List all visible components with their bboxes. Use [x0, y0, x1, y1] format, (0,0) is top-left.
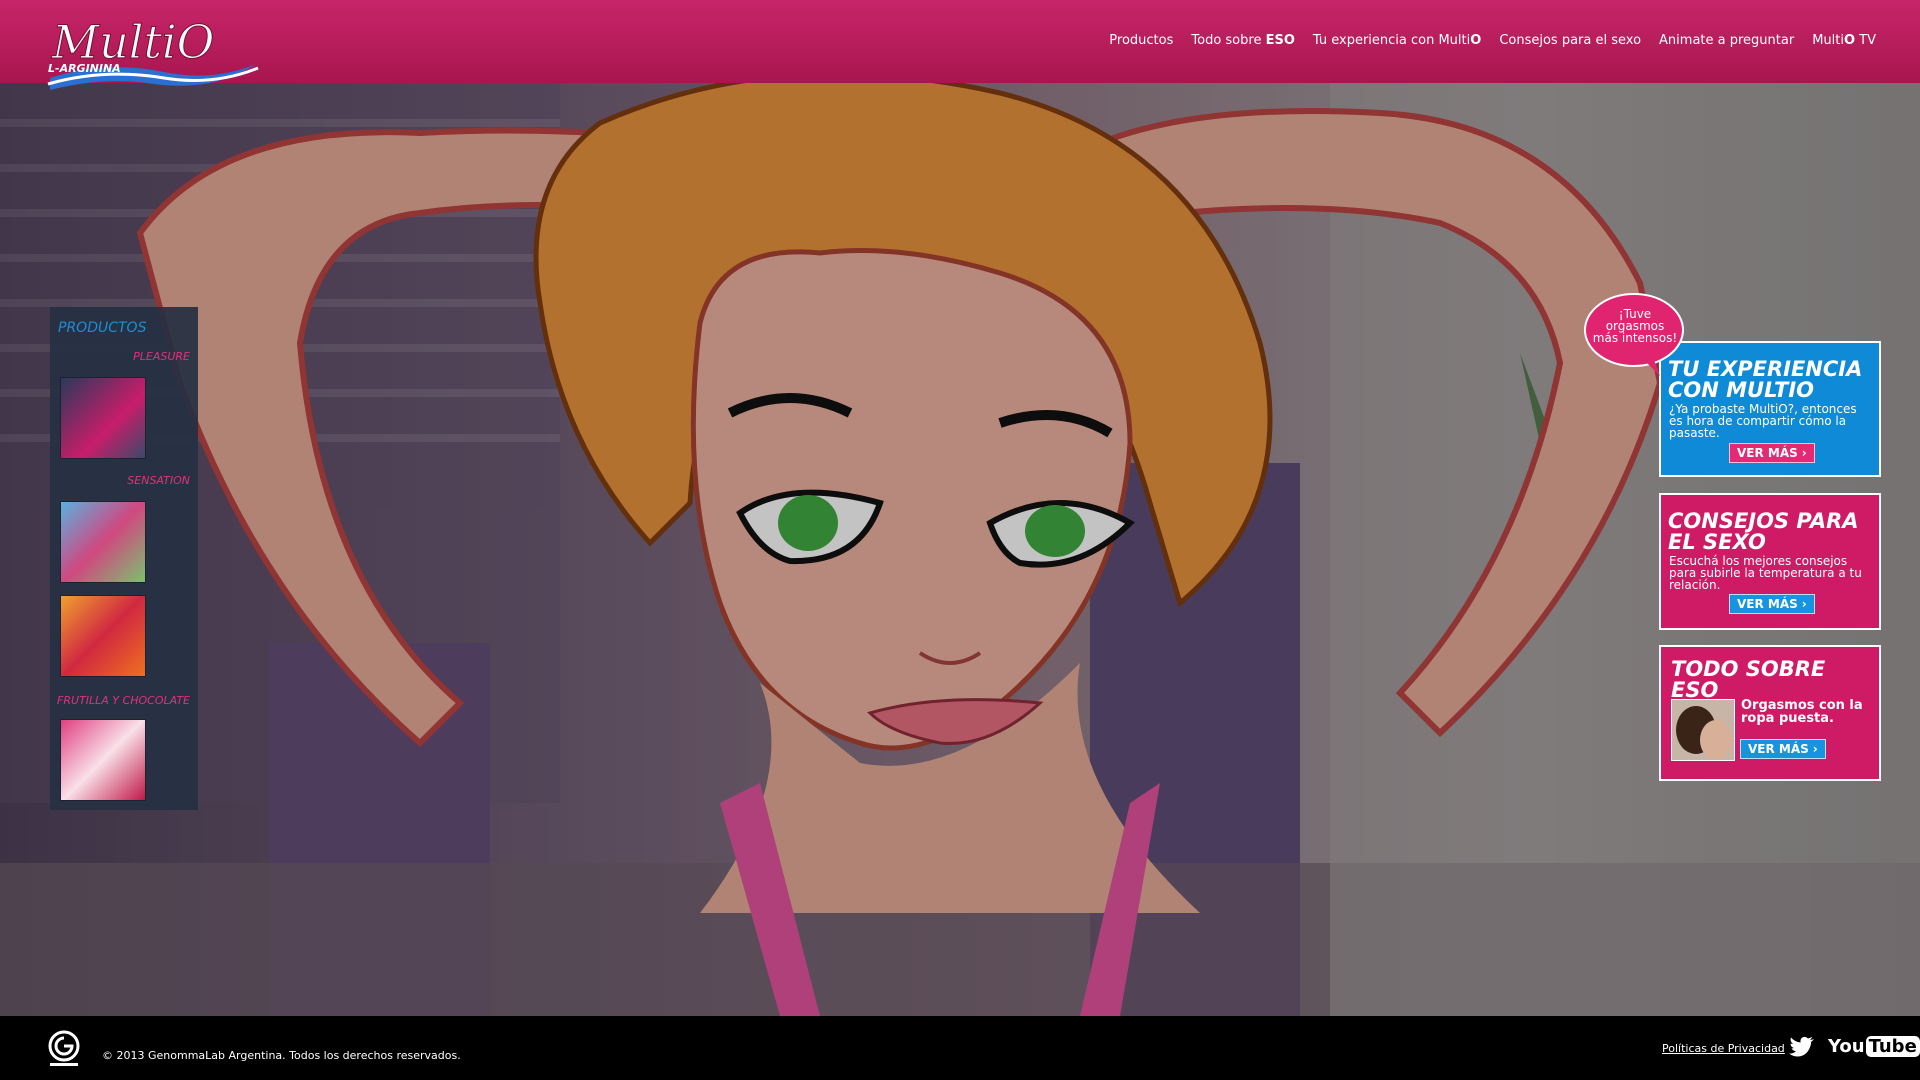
product-sensation-thumb[interactable]	[60, 501, 146, 583]
category-frutilla-chocolate[interactable]: FRUTILLA Y CHOCOLATE	[57, 694, 190, 707]
site-footer: © 2013 GenommaLab Argentina. Todos los d…	[0, 1016, 1920, 1080]
nav-productos[interactable]: Productos	[1109, 33, 1173, 48]
bubble-text: ¡Tuve orgasmos más intensos!	[1592, 307, 1678, 345]
genomma-lab-logo[interactable]	[44, 1029, 84, 1069]
promo-experience-title: TU EXPERIENCIA CON MULTIO	[1668, 357, 1863, 402]
site-header: MultiO L-ARGININA Productos Todo sobre E…	[0, 0, 1920, 90]
nav-consejos[interactable]: Consejos para el sexo	[1499, 33, 1641, 48]
multio-logo[interactable]: MultiO L-ARGININA	[44, 8, 264, 98]
promo-advice-button[interactable]: VER MÁS ›	[1729, 594, 1815, 614]
arrow-right-icon: ›	[1801, 597, 1807, 611]
promo-advice-title: CONSEJOS PARA EL SEXO	[1668, 509, 1859, 554]
twitter-icon[interactable]	[1789, 1036, 1815, 1058]
promo-advice-desc: Escuchá los mejores consejos para subirl…	[1669, 554, 1862, 592]
products-title: PRODUCTOS	[58, 320, 147, 336]
promo-experience-button[interactable]: VER MÁS ›	[1729, 443, 1815, 463]
logo-tagline: L-ARGININA	[48, 62, 121, 75]
hero-video-background[interactable]	[0, 83, 1920, 1016]
products-sidebar: PRODUCTOS PLEASURE SENSATION FRUTILLA Y …	[50, 307, 198, 810]
promo-advice[interactable]: CONSEJOS PARA EL SEXO Escuchá los mejore…	[1659, 493, 1881, 630]
nav-animate[interactable]: Animate a preguntar	[1659, 33, 1794, 48]
speech-bubble: ¡Tuve orgasmos más intensos!	[1584, 290, 1686, 376]
nav-tu-experiencia[interactable]: Tu experiencia con MultiO	[1313, 33, 1481, 48]
hero-illustration	[0, 83, 1920, 1016]
product-xoz-thumb[interactable]	[60, 595, 146, 677]
arrow-right-icon: ›	[1801, 446, 1807, 460]
main-nav: Productos Todo sobre ESO Tu experiencia …	[1109, 33, 1876, 48]
promo-experience[interactable]: TU EXPERIENCIA CON MULTIO ¿Ya probaste M…	[1659, 341, 1881, 477]
promo-about[interactable]: TODO SOBRE ESO Orgasmos con la ropa pues…	[1659, 645, 1881, 781]
nav-multio-tv[interactable]: MultiO TV	[1812, 33, 1876, 48]
promo-about-title: TODO SOBRE ESO	[1671, 657, 1826, 702]
nav-todo-sobre-eso[interactable]: Todo sobre ESO	[1191, 33, 1295, 48]
logo-wordmark: MultiO	[51, 15, 214, 69]
product-pleasure-thumb[interactable]	[60, 377, 146, 459]
category-pleasure[interactable]: PLEASURE	[133, 350, 190, 363]
promo-about-button[interactable]: VER MÁS ›	[1740, 739, 1826, 759]
category-sensation[interactable]: SENSATION	[127, 474, 190, 487]
copyright-text: © 2013 GenommaLab Argentina. Todos los d…	[102, 1049, 461, 1062]
youtube-icon[interactable]: You Tube	[1828, 1036, 1920, 1057]
promo-about-thumbnail[interactable]	[1671, 699, 1735, 761]
product-frutilla-chocolate-thumb[interactable]	[60, 719, 146, 801]
privacy-policy-link[interactable]: Políticas de Privacidad	[1662, 1042, 1785, 1055]
arrow-right-icon: ›	[1812, 742, 1818, 756]
promo-experience-desc: ¿Ya probaste MultiO?, entonces es hora d…	[1669, 402, 1857, 440]
promo-about-subtitle: Orgasmos con la ropa puesta.	[1741, 698, 1863, 726]
